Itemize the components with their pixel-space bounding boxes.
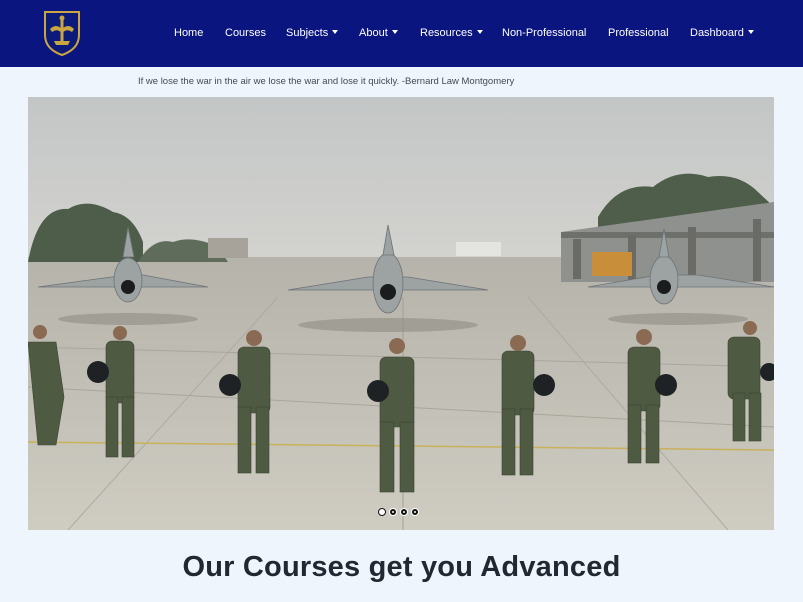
nav-courses-label: Courses	[225, 27, 266, 39]
top-navbar: Home Courses Subjects About Resources No…	[0, 0, 803, 67]
nav-non-professional-label: Non-Professional	[502, 27, 587, 39]
pilots-and-fighter-jets-photo	[28, 97, 774, 530]
nav-dashboard-label: Dashboard	[690, 27, 744, 39]
section-heading: Our Courses get you Advanced	[182, 551, 621, 583]
nav-resources-label: Resources	[420, 27, 473, 39]
nav-about[interactable]: About	[359, 25, 398, 41]
carousel-dot-4[interactable]	[411, 508, 419, 516]
nav-home-label: Home	[174, 27, 204, 39]
nav-dashboard[interactable]: Dashboard	[690, 25, 754, 41]
chevron-down-icon	[747, 30, 754, 35]
hero-carousel[interactable]	[28, 97, 774, 530]
nav-about-label: About	[359, 27, 388, 39]
carousel-dot-2[interactable]	[389, 508, 397, 516]
nav-non-professional[interactable]: Non-Professional	[502, 25, 586, 41]
chevron-down-icon	[391, 30, 398, 35]
carousel-dot-3[interactable]	[400, 508, 408, 516]
nav-subjects[interactable]: Subjects	[286, 25, 339, 41]
carousel-indicators	[378, 508, 419, 518]
nav-professional[interactable]: Professional	[608, 25, 669, 41]
chevron-down-icon	[476, 30, 483, 35]
nav-menu: Home Courses Subjects About Resources No…	[0, 0, 803, 67]
nav-courses[interactable]: Courses	[225, 25, 266, 41]
carousel-dot-1[interactable]	[378, 508, 386, 516]
nav-professional-label: Professional	[608, 27, 669, 39]
nav-home[interactable]: Home	[174, 25, 203, 41]
quote-text: If we lose the war in the air we lose th…	[138, 76, 515, 87]
nav-subjects-label: Subjects	[286, 27, 329, 39]
nav-resources[interactable]: Resources	[420, 25, 483, 41]
chevron-down-icon	[332, 30, 339, 35]
